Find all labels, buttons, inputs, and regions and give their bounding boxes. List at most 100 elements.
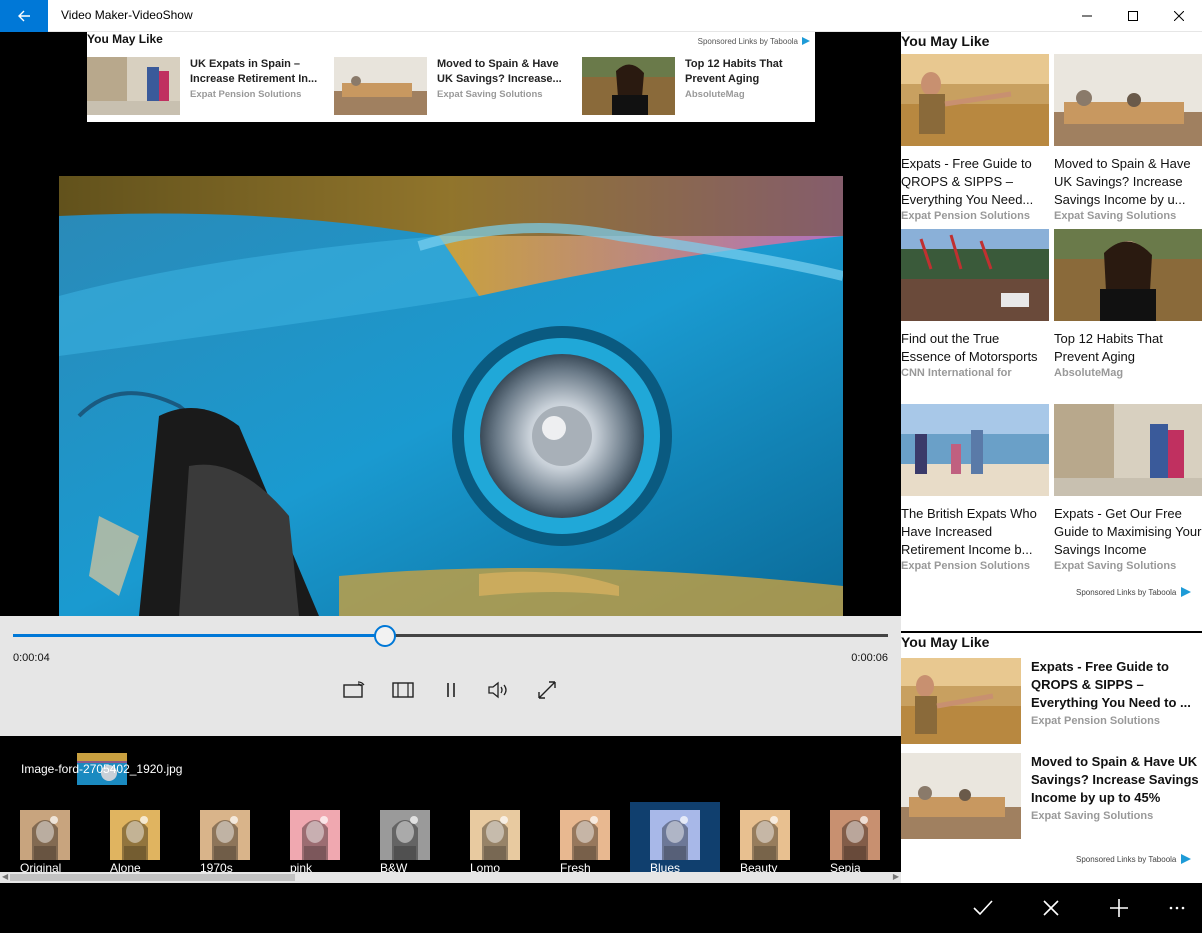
cast-icon [343,681,365,698]
side-sponsor-2[interactable]: Sponsored Links by Taboola [1076,853,1192,865]
maximize-icon [1128,11,1138,21]
video-preview[interactable] [59,176,843,616]
ad-thumbnail [901,404,1049,496]
current-time: 0:00:04 [13,652,50,664]
side-ad-panel: You May Like Expats - Free Guide to QROP… [901,32,1202,883]
ad-source: AbsoluteMag [1054,367,1124,379]
maximize-button[interactable] [1110,0,1156,32]
ad-title: Find out the True Essence of Motorsports [901,331,1038,364]
ad-source: Expat Pension Solutions [1031,715,1160,727]
title-bar: Video Maker-VideoShow [0,0,1202,32]
add-button[interactable] [1102,892,1136,924]
filter-option[interactable]: 1970s [180,802,270,872]
side-sponsor[interactable]: Sponsored Links by Taboola [1076,586,1192,598]
minimize-button[interactable] [1064,0,1110,32]
app-title: Video Maker-VideoShow [61,8,193,22]
filter-strip: Original Alone 1970s pink B&W Lomo Fresh Blues B… [0,802,901,872]
side-ad-header-2: You May Like [901,634,990,650]
aspect-ratio-icon [392,682,414,698]
ad-thumbnail [1054,54,1202,146]
side-ad-item[interactable]: Top 12 Habits That Prevent Aging Absolut… [1054,229,1202,379]
filter-option[interactable]: Fresh [540,802,630,872]
clip-info: Image-ford-2705402_1920.jpg [0,736,901,802]
seek-progress [13,634,385,637]
ad-title: Top 12 Habits That Prevent Aging [685,58,783,85]
taboola-play-icon [1181,854,1192,864]
side-list-item[interactable]: Moved to Spain & Have UK Savings? Increa… [901,753,1202,841]
ad-source: Expat Saving Solutions [1031,810,1154,822]
section-divider [901,631,1202,633]
accept-button[interactable] [966,892,1000,924]
plus-icon [1110,899,1128,917]
filter-label: Alone [110,861,141,872]
ad-title: Moved to Spain & Have UK Savings? Increa… [1031,754,1199,805]
filter-option[interactable]: Sepia [810,802,900,872]
ad-source: Expat Saving Solutions [1054,210,1177,222]
total-time: 0:00:06 [851,652,888,664]
filter-label: 1970s [200,861,233,872]
seek-thumb[interactable] [373,625,396,647]
ad-source: Expat Pension Solutions [901,560,1030,572]
filter-option[interactable]: pink [270,802,360,872]
back-button[interactable] [0,0,48,32]
ad-sponsor[interactable]: Sponsored Links by Taboola [698,36,811,46]
cast-button[interactable] [338,676,370,704]
volume-button[interactable] [482,676,514,704]
fullscreen-icon [538,681,556,699]
ad-title: The British Expats Who Have Increased Re… [901,506,1037,557]
ad-title: Moved to Spain & Have UK Savings? Increa… [437,58,562,85]
ad-title: Expats - Free Guide to QROPS & SIPPS – E… [901,156,1034,207]
top-ad-banner[interactable]: You May Like Sponsored Links by Taboola … [87,32,815,122]
more-options-button[interactable] [1160,892,1194,924]
filter-label: Sepia [830,861,861,872]
ad-header: You May Like [87,32,163,46]
filter-label: Lomo [470,861,501,872]
close-window-button[interactable] [1156,0,1202,32]
ad-source: CNN International for [901,367,1012,379]
close-icon [1043,900,1059,916]
cancel-button[interactable] [1034,892,1068,924]
side-list-item[interactable]: Expats - Free Guide to QROPS & SIPPS – E… [901,658,1202,746]
editor-area: You May Like Sponsored Links by Taboola … [0,32,901,883]
filter-thumbnail [290,810,340,860]
side-ad-item[interactable]: Moved to Spain & Have UK Savings? Increa… [1054,54,1202,222]
back-arrow-icon [18,10,30,22]
minimize-icon [1082,15,1092,17]
ad-source: Expat Saving Solutions [437,89,543,100]
filter-option[interactable]: Original [0,802,90,872]
side-ad-item[interactable]: Expats - Free Guide to QROPS & SIPPS – E… [901,54,1049,222]
ad-thumbnail [582,57,675,115]
filter-option[interactable]: Lomo [450,802,540,872]
fullscreen-button[interactable] [531,676,563,704]
filter-option[interactable]: Blues [630,802,720,872]
seek-bar[interactable] [13,634,888,637]
scrollbar-thumb[interactable] [10,874,295,881]
filter-label: Blues [650,861,681,872]
side-ad-item[interactable]: Expats - Get Our Free Guide to Maximisin… [1054,404,1202,572]
pause-button[interactable] [435,676,467,704]
scroll-left-icon[interactable]: ◀ [2,872,8,881]
scroll-right-icon[interactable]: ▶ [893,872,899,881]
side-sponsor-label: Sponsored Links by Taboola [1076,854,1177,864]
ad-source: Expat Pension Solutions [901,210,1030,222]
pause-icon [447,683,455,697]
filter-label: Original [20,861,62,872]
filter-label: pink [290,861,313,872]
ad-thumbnail [1054,404,1202,496]
filter-option[interactable]: Alone [90,802,180,872]
taboola-play-icon [802,37,810,45]
filter-thumbnail [110,810,160,860]
side-ad-item[interactable]: Find out the True Essence of Motorsports… [901,229,1049,379]
side-ad-item[interactable]: The British Expats Who Have Increased Re… [901,404,1049,572]
filter-option[interactable]: B&W [360,802,450,872]
filter-scrollbar[interactable]: ◀ ▶ [0,872,901,883]
filter-thumbnail [830,810,880,860]
aspect-ratio-button[interactable] [387,676,419,704]
filter-option[interactable]: Beauty [720,802,810,872]
ad-thumbnail [901,54,1049,146]
filter-thumbnail [200,810,250,860]
more-icon [1169,906,1185,910]
filter-label: B&W [380,861,408,872]
ad-title: Moved to Spain & Have UK Savings? Increa… [1054,156,1191,207]
filter-thumbnail [740,810,790,860]
